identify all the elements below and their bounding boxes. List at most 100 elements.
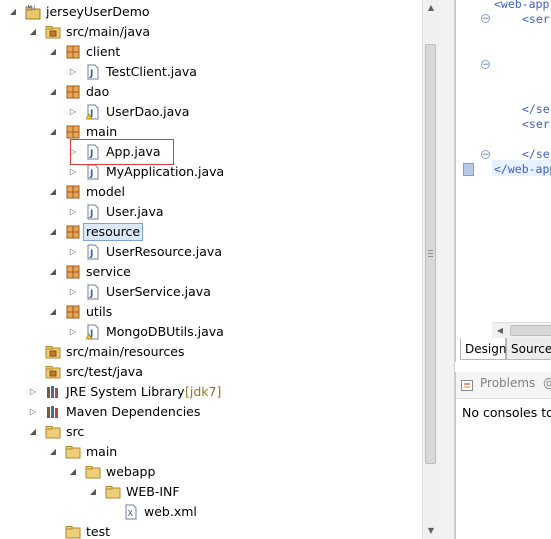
tree-item[interactable]: ▷ J UserDao.java (0, 102, 422, 122)
tree-item[interactable]: ▷ J User.java (0, 202, 422, 222)
tree-item[interactable]: ◢ resource (0, 222, 422, 242)
tree-item[interactable]: ▷ J UserResource.java (0, 242, 422, 262)
tree-item[interactable]: src/main/resources (0, 342, 422, 362)
svg-text:X: X (128, 509, 134, 518)
tree-item[interactable]: ◢ webapp (0, 462, 422, 482)
tab-source[interactable]: Source (506, 338, 551, 360)
tree-item[interactable]: ◢ WEB-INF (0, 482, 422, 502)
tree-collapsed-icon[interactable]: ▷ (68, 162, 78, 182)
tree-item-label: test (86, 524, 111, 539)
tree-item-label: UserService.java (106, 284, 211, 299)
xml-editor[interactable]: − − − <web-app <ser </se <ser </se </web-app … (455, 0, 551, 340)
java-file-icon: J (85, 284, 101, 300)
tree-item-label: TestClient.java (106, 64, 197, 79)
tree-collapsed-icon[interactable]: ▷ (68, 202, 78, 222)
tab-javadoc[interactable]: @ (543, 376, 551, 390)
tree-item-label: web.xml (144, 504, 197, 519)
java-file-warn-icon: J (85, 104, 101, 120)
tree-collapsed-icon[interactable]: ▷ (28, 382, 38, 402)
tree-expanded-icon[interactable]: ◢ (48, 122, 58, 142)
tree-item[interactable]: ◢ M JjerseyUserDemo (0, 2, 422, 22)
tree-expanded-icon[interactable]: ◢ (28, 422, 38, 442)
editor-horizontal-scrollbar[interactable]: ◀ (492, 322, 551, 338)
tree-item-decoration: [jdk7] (185, 384, 222, 399)
tree-expanded-icon[interactable]: ◢ (48, 262, 58, 282)
tree-item[interactable]: Xweb.xml (0, 502, 422, 522)
problems-icon[interactable] (461, 380, 473, 391)
tree-item-label: MyApplication.java (106, 164, 225, 179)
tree-item[interactable]: ▷ J App.java (0, 142, 422, 162)
tree-expanded-icon[interactable]: ◢ (48, 222, 58, 242)
tree-expanded-icon[interactable]: ◢ (68, 462, 78, 482)
tree-collapsed-icon[interactable]: ▷ (28, 402, 38, 422)
package-explorer: ◢ M JjerseyUserDemo ◢ src/main/java ◢ client ▷ J… (0, 0, 422, 539)
tree-item[interactable]: src/test/java (0, 362, 422, 382)
library-icon (45, 404, 61, 420)
scrollbar-thumb[interactable] (510, 325, 551, 336)
tree-collapsed-icon[interactable]: ▷ (68, 322, 78, 342)
tree-item[interactable]: ▷ J MyApplication.java (0, 162, 422, 182)
tree-item[interactable]: test (0, 522, 422, 539)
package-icon (65, 84, 81, 100)
code-line: </se (522, 147, 550, 161)
tree-collapsed-icon[interactable]: ▷ (68, 62, 78, 82)
package-icon (65, 224, 81, 240)
tree-item[interactable]: ▷ J MongoDBUtils.java (0, 322, 422, 342)
bookmark-icon[interactable] (463, 163, 474, 176)
tree-collapsed-icon[interactable]: ▷ (68, 282, 78, 302)
tree-item-label: src (66, 424, 85, 439)
java-file-icon: J (85, 204, 101, 220)
tree-expanded-icon[interactable]: ◢ (28, 22, 38, 42)
tree-item-label: service (86, 264, 131, 279)
tree-item-label: webapp (106, 464, 156, 479)
tree-expanded-icon[interactable]: ◢ (88, 482, 98, 502)
tree-item[interactable]: ◢ src (0, 422, 422, 442)
java-file-warn-icon: J (85, 324, 101, 340)
tree-expanded-icon[interactable]: ◢ (8, 2, 18, 22)
fold-collapse-icon[interactable]: − (481, 60, 490, 70)
tree-item[interactable]: ◢ dao (0, 82, 422, 102)
tab-problems[interactable]: Problems (480, 376, 535, 390)
scroll-down-arrow-icon[interactable]: ▼ (423, 523, 439, 539)
tree-item[interactable]: ▷ Maven Dependencies (0, 402, 422, 422)
explorer-vertical-scrollbar[interactable]: ▲ ▼ (422, 0, 439, 539)
folder-icon (65, 444, 81, 460)
tree-item[interactable]: ◢ src/main/java (0, 22, 422, 42)
pane-divider[interactable] (439, 0, 455, 539)
tree-item-label: Maven Dependencies (66, 404, 201, 419)
tree-item[interactable]: ▷ J UserService.java (0, 282, 422, 302)
package-icon (65, 304, 81, 320)
tree-item[interactable]: ◢ service (0, 262, 422, 282)
scroll-up-arrow-icon[interactable]: ▲ (423, 0, 439, 16)
java-file-icon: J (85, 64, 101, 80)
tree-item[interactable]: ◢ model (0, 182, 422, 202)
tree-item-label: model (86, 184, 125, 199)
svg-text:J: J (89, 249, 93, 259)
tree-item[interactable]: ◢ main (0, 442, 422, 462)
code-line: </web-app (494, 162, 551, 176)
scroll-left-arrow-icon[interactable]: ◀ (492, 323, 508, 339)
tree-item[interactable]: ▷ JRE System Library [jdk7] (0, 382, 422, 402)
tree-item[interactable]: ▷ J TestClient.java (0, 62, 422, 82)
project-icon: MJ (25, 4, 41, 20)
folder-icon (105, 484, 121, 500)
tree-collapsed-icon[interactable]: ▷ (68, 102, 78, 122)
fold-collapse-icon[interactable]: − (481, 150, 490, 160)
tab-design[interactable]: Design (460, 338, 506, 360)
tree-item-label: client (86, 44, 121, 59)
tree-expanded-icon[interactable]: ◢ (48, 182, 58, 202)
tree-collapsed-icon[interactable]: ▷ (68, 242, 78, 262)
editor-page-tabs: Design Source (455, 338, 551, 362)
tree-item-label: UserResource.java (106, 244, 222, 259)
tree-item[interactable]: ◢ utils (0, 302, 422, 322)
scrollbar-thumb[interactable] (425, 44, 436, 464)
tree-expanded-icon[interactable]: ◢ (48, 302, 58, 322)
editor-ruler: − − − (456, 0, 492, 322)
tree-item[interactable]: ◢ client (0, 42, 422, 62)
tree-item-label: WEB-INF (126, 484, 180, 499)
tree-expanded-icon[interactable]: ◢ (48, 42, 58, 62)
tree-expanded-icon[interactable]: ◢ (48, 82, 58, 102)
tree-item[interactable]: ◢ main (0, 122, 422, 142)
tree-expanded-icon[interactable]: ◢ (48, 442, 58, 462)
fold-collapse-icon[interactable]: − (481, 14, 490, 24)
